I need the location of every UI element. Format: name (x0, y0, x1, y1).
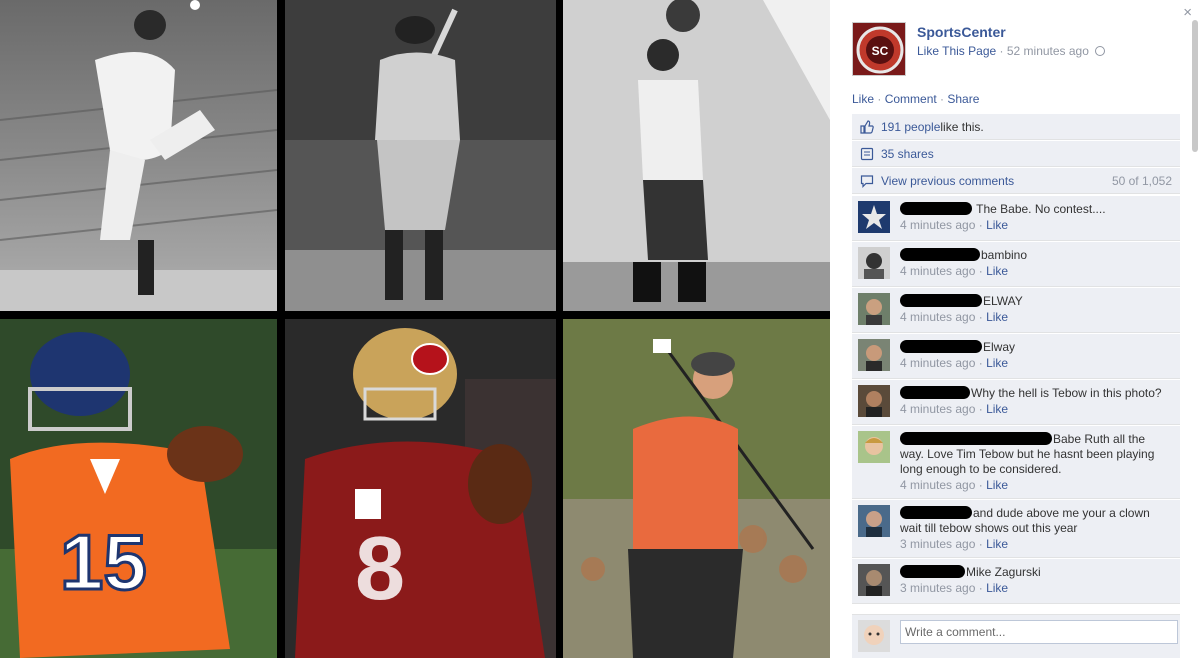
share-link[interactable]: Share (947, 92, 979, 106)
comment-link[interactable]: Comment (885, 92, 937, 106)
like-page-link[interactable]: Like This Page (917, 44, 996, 58)
commenter-avatar[interactable] (858, 293, 890, 325)
comment-time[interactable]: 4 minutes ago (900, 218, 975, 232)
comment-time[interactable]: 3 minutes ago (900, 581, 975, 595)
commenter-avatar[interactable] (858, 339, 890, 371)
photo-quarterback-broncos[interactable]: 15 (0, 319, 277, 658)
page-avatar[interactable]: SC (852, 22, 906, 76)
sidebar-scrollbar[interactable] (1192, 20, 1198, 152)
commenter-avatar[interactable] (858, 385, 890, 417)
commenter-avatar[interactable] (858, 201, 890, 233)
redacted-name (900, 506, 972, 519)
comment-like-link[interactable]: Like (986, 402, 1008, 416)
comment-item: Mike Zagurski 3 minutes ago · Like (852, 559, 1180, 604)
comment-item: Elway 4 minutes ago · Like (852, 334, 1180, 379)
comment-list[interactable]: The Babe. No contest.... 4 minutes ago ·… (852, 196, 1180, 614)
meta-separator: · (996, 44, 1007, 58)
comment-item: ELWAY 4 minutes ago · Like (852, 288, 1180, 333)
svg-text:SC: SC (872, 44, 889, 58)
likes-row: 191 people like this. (852, 114, 1180, 140)
comment-item: The Babe. No contest.... 4 minutes ago ·… (852, 196, 1180, 241)
comment-time[interactable]: 4 minutes ago (900, 310, 975, 324)
photo-viewer[interactable]: 15 8 (0, 0, 830, 658)
viewer-avatar (858, 620, 890, 652)
comment-text: ELWAY (983, 294, 1023, 308)
shares-link[interactable]: 35 shares (881, 147, 934, 161)
share-icon (860, 147, 874, 160)
comment-count: 50 of 1,052 (1111, 173, 1172, 188)
comment-like-link[interactable]: Like (986, 478, 1008, 492)
comment-like-link[interactable]: Like (986, 310, 1008, 324)
photo-batter[interactable] (285, 0, 556, 311)
write-comment-area (852, 614, 1180, 658)
likes-suffix: like this. (940, 119, 984, 134)
comment-time[interactable]: 4 minutes ago (900, 402, 975, 416)
svg-text:8: 8 (355, 519, 405, 619)
thumbs-up-icon (860, 119, 874, 134)
post-actions: Like · Comment · Share (852, 92, 979, 106)
comment-item: bambino 4 minutes ago · Like (852, 242, 1180, 287)
globe-icon (1095, 46, 1106, 56)
view-previous-comments-link[interactable]: View previous comments (881, 174, 1014, 188)
comment-time[interactable]: 4 minutes ago (900, 264, 975, 278)
commenter-avatar[interactable] (858, 505, 890, 537)
svg-text:15: 15 (60, 518, 147, 606)
post-timestamp[interactable]: 52 minutes ago (1007, 44, 1089, 58)
comment-text: The Babe. No contest.... (976, 202, 1106, 216)
comment-time[interactable]: 4 minutes ago (900, 356, 975, 370)
action-sep: · (874, 92, 885, 106)
redacted-name (900, 386, 970, 399)
likes-count-link[interactable]: 191 people (881, 120, 940, 134)
commenter-avatar[interactable] (858, 431, 890, 463)
redacted-name (900, 202, 972, 215)
like-link[interactable]: Like (852, 92, 874, 106)
comment-text: Why the hell is Tebow in this photo? (971, 386, 1162, 400)
post-meta: Like This Page · 52 minutes ago (917, 44, 1106, 58)
redacted-name (900, 432, 1052, 445)
comment-like-link[interactable]: Like (986, 537, 1008, 551)
comment-item: Why the hell is Tebow in this photo? 4 m… (852, 380, 1180, 425)
view-previous-row: View previous comments 50 of 1,052 (852, 168, 1180, 194)
comment-bubble-icon (860, 174, 874, 188)
comment-like-link[interactable]: Like (986, 264, 1008, 278)
comment-time[interactable]: 4 minutes ago (900, 478, 975, 492)
comment-like-link[interactable]: Like (986, 356, 1008, 370)
redacted-name (900, 248, 980, 261)
redacted-name (900, 565, 965, 578)
action-sep: · (936, 92, 948, 106)
shares-row: 35 shares (852, 141, 1180, 167)
photo-pitcher[interactable] (0, 0, 277, 311)
redacted-name (900, 294, 982, 307)
write-comment-input[interactable] (900, 620, 1178, 644)
redacted-name (900, 340, 982, 353)
comment-item: and dude above me your a clown wait till… (852, 500, 1180, 558)
comment-like-link[interactable]: Like (986, 581, 1008, 595)
post-sidebar: × SC SportsCenter Like This Page · 52 mi… (830, 0, 1200, 658)
post-header: SC SportsCenter Like This Page · 52 minu… (852, 22, 1172, 78)
page-name-link[interactable]: SportsCenter (917, 24, 1006, 40)
comment-text: Mike Zagurski (966, 565, 1041, 579)
commenter-avatar[interactable] (858, 247, 890, 279)
ufi-summary: 191 people like this. 35 shares View pre… (852, 114, 1180, 195)
close-icon[interactable]: × (1183, 5, 1192, 21)
comment-text: bambino (981, 248, 1028, 262)
comment-text: Elway (983, 340, 1016, 354)
commenter-avatar[interactable] (858, 564, 890, 596)
photo-golfer[interactable] (563, 319, 830, 658)
comment-item: Babe Ruth all the way. Love Tim Tebow bu… (852, 426, 1180, 499)
photo-quarterback-49ers[interactable]: 8 (285, 319, 556, 658)
comment-time[interactable]: 3 minutes ago (900, 537, 975, 551)
comment-like-link[interactable]: Like (986, 218, 1008, 232)
photo-basketball-player[interactable] (563, 0, 830, 311)
